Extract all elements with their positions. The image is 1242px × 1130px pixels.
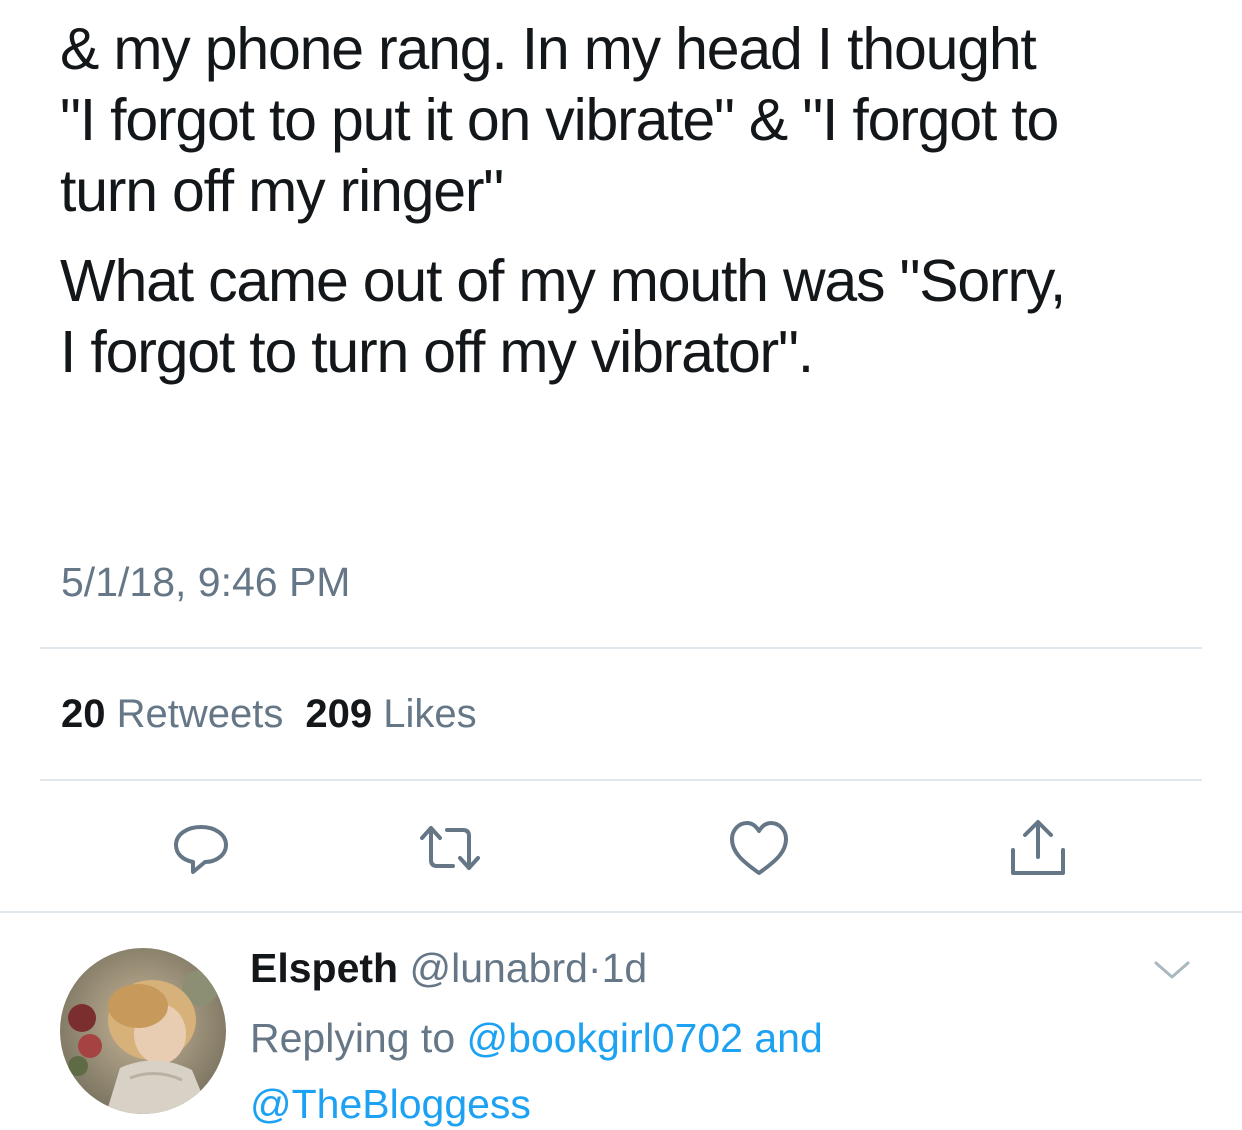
tweet-stats: 20 Retweets 209 Likes bbox=[61, 688, 477, 740]
reply-icon bbox=[174, 825, 228, 874]
like-icon bbox=[730, 821, 788, 875]
tweet-line: I forgot to turn off my vibrator". bbox=[60, 319, 814, 385]
retweets-stat[interactable]: 20 Retweets bbox=[61, 692, 283, 736]
avatar-image bbox=[60, 948, 226, 1114]
tweet-line: & my phone rang. In my head I thought bbox=[60, 16, 1037, 82]
divider bbox=[0, 911, 1242, 913]
reply-age: 1d bbox=[601, 945, 648, 991]
share-icon bbox=[1011, 820, 1065, 875]
divider bbox=[40, 779, 1202, 781]
chevron-down-icon[interactable] bbox=[1152, 955, 1192, 985]
retweets-label: Retweets bbox=[116, 692, 284, 736]
avatar[interactable] bbox=[60, 948, 226, 1114]
replying-prefix: Replying to bbox=[250, 1015, 456, 1061]
tweet-line: turn off my ringer" bbox=[60, 158, 504, 224]
reply-author-name[interactable]: Elspeth bbox=[250, 945, 398, 991]
reply-button[interactable] bbox=[169, 816, 233, 880]
tweet-paragraph-2: What came out of my mouth was "Sorry, I … bbox=[60, 246, 1210, 388]
likes-stat[interactable]: 209 Likes bbox=[305, 692, 476, 736]
mention-link[interactable]: @TheBloggess bbox=[250, 1078, 531, 1130]
mention-link[interactable]: @bookgirl0702 bbox=[467, 1015, 743, 1061]
tweet-line: What came out of my mouth was "Sorry, bbox=[60, 248, 1066, 314]
tweet-body: & my phone rang. In my head I thought "I… bbox=[60, 14, 1210, 388]
replying-to: Replying to @bookgirl0702 and bbox=[250, 1012, 823, 1064]
tweet-line: "I forgot to put it on vibrate" & "I for… bbox=[60, 87, 1059, 153]
likes-count: 209 bbox=[305, 692, 373, 736]
retweet-icon bbox=[420, 826, 480, 870]
like-button[interactable] bbox=[727, 816, 791, 880]
retweets-count: 20 bbox=[61, 692, 106, 736]
share-button[interactable] bbox=[1006, 816, 1070, 880]
reply-header: Elspeth @lunabrd·1d bbox=[250, 942, 647, 994]
tweet-timestamp[interactable]: 5/1/18, 9:46 PM bbox=[61, 556, 350, 608]
replying-conjunction: and bbox=[754, 1015, 823, 1061]
retweet-button[interactable] bbox=[418, 816, 482, 880]
reply-author-handle[interactable]: @lunabrd bbox=[410, 945, 588, 991]
divider bbox=[40, 647, 1202, 649]
reply-separator: · bbox=[587, 945, 602, 991]
tweet-paragraph-1: & my phone rang. In my head I thought "I… bbox=[60, 14, 1210, 227]
likes-label: Likes bbox=[383, 692, 477, 736]
